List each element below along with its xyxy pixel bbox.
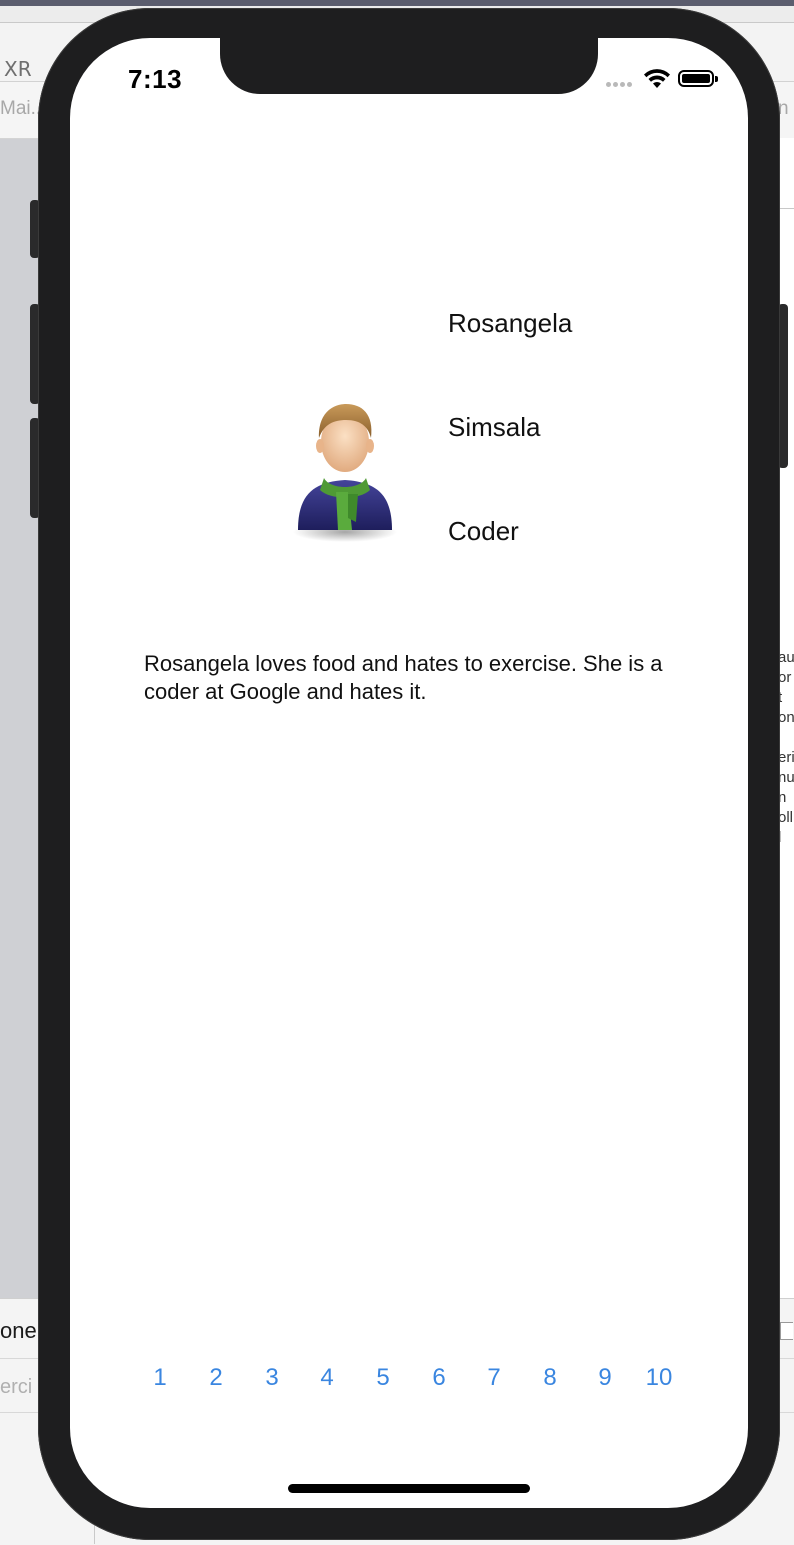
status-time: 7:13 (128, 64, 183, 94)
battery-full-icon (678, 70, 718, 87)
phone-screen: 7:13 Rosangela Simsala Coder Rosangela l… (70, 38, 748, 1508)
host-right-line (778, 728, 794, 748)
host-right-text: au or t on eri nu n olli l (778, 648, 794, 848)
page-button-3[interactable]: 3 (265, 1364, 278, 1392)
page-button-10[interactable]: 10 (646, 1364, 673, 1392)
host-right-line: n (778, 789, 787, 806)
host-lower-field-placeholder[interactable]: erci (0, 1376, 32, 1399)
host-right-line: eri (778, 749, 794, 766)
host-tab-left[interactable]: Mai.. (0, 98, 41, 120)
host-right-line: t (778, 689, 783, 706)
last-name-label: Simsala (448, 412, 541, 442)
person-with-scarf-icon (293, 404, 397, 542)
notch (220, 38, 598, 94)
host-right-line: nu (778, 769, 794, 786)
host-device-label: XR (4, 57, 32, 81)
host-lower-field-label: one (0, 1318, 37, 1343)
page-button-4[interactable]: 4 (320, 1364, 333, 1392)
page-button-8[interactable]: 8 (543, 1364, 556, 1392)
host-right-line: olli (778, 809, 794, 826)
host-checkbox[interactable] (780, 1322, 793, 1340)
page-button-9[interactable]: 9 (598, 1364, 611, 1392)
host-right-line: au (778, 649, 794, 666)
host-right-line: on (778, 709, 794, 726)
page-button-1[interactable]: 1 (153, 1364, 166, 1392)
cellular-signal-icon (606, 82, 640, 88)
page-button-6[interactable]: 6 (432, 1364, 445, 1392)
host-right-line: l (778, 828, 794, 848)
page-button-5[interactable]: 5 (376, 1364, 389, 1392)
first-name-label: Rosangela (448, 308, 573, 338)
job-title-label: Coder (448, 516, 519, 546)
host-right-line: or (778, 669, 792, 686)
page-button-7[interactable]: 7 (487, 1364, 500, 1392)
bio-text: Rosangela loves food and hates to exerci… (144, 651, 663, 704)
page-selector: 1 2 3 4 5 6 7 8 9 10 (144, 1364, 684, 1394)
wifi-icon (644, 69, 670, 88)
page-button-2[interactable]: 2 (209, 1364, 222, 1392)
home-indicator[interactable] (288, 1484, 530, 1493)
